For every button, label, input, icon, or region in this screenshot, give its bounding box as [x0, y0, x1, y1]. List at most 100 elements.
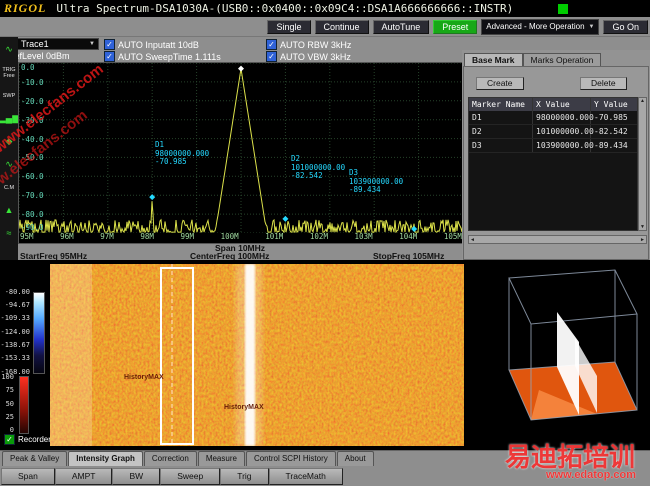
single-button[interactable]: Single	[267, 19, 311, 34]
tab-correction[interactable]: Correction	[143, 451, 197, 466]
waterfall-3d-view[interactable]	[467, 262, 648, 447]
sidebar-item-cm[interactable]: C.M	[1, 177, 17, 198]
spectrum-display[interactable]: 0.0 -10.0 -20.0 -30.0 -40.0 -50.0 -60.0 …	[18, 62, 464, 244]
toolbar: Single Continue AutoTune Preset Advanced…	[0, 17, 650, 37]
intensity-colorbar	[33, 292, 45, 374]
history-label: HistoryMAX	[124, 374, 164, 381]
marker-readout-d1: D1 98000000.000 -70.985	[155, 140, 210, 166]
auto-inputatt-label: AUTO Inputatt 10dB	[118, 39, 199, 50]
app-window: RIGOL Ultra Spectrum-DSA1030A-(USB0::0x0…	[0, 0, 650, 486]
sidebar-item-marker[interactable]: ◆	[1, 131, 17, 152]
trace-select-value: Trace1	[21, 39, 49, 49]
x-tick: 100M	[220, 232, 239, 241]
grid-lines	[19, 63, 463, 233]
selection-box[interactable]	[160, 267, 194, 445]
recorder-checkbox[interactable]: ✓ Recorder	[4, 434, 51, 445]
sidebar-item-trig-free[interactable]: TRIG Free	[1, 62, 17, 83]
bottom-button-bar: Span AMPT BW Sweep Trig TraceMath	[0, 466, 650, 486]
tab-marks-operation[interactable]: Marks Operation	[522, 53, 602, 67]
auto-sweeptime-label: AUTO SweepTime 1.111s	[118, 51, 221, 62]
scale-label: -153.33	[0, 354, 30, 362]
scale-label: -124.00	[0, 328, 30, 336]
bottom-tab-strip: Peak & Valley Intensity Graph Correction…	[0, 450, 650, 466]
autotune-button[interactable]: AutoTune	[372, 19, 430, 34]
continue-button[interactable]: Continue	[314, 19, 369, 34]
sidebar-item-noise[interactable]: ≈	[1, 223, 17, 244]
table-row[interactable]: D3 103900000.00 -89.434	[469, 139, 637, 153]
y-tick: -90.0	[21, 223, 44, 232]
marker-readout-d3: D3 103900000.00 -89.434	[349, 168, 404, 194]
y-tick: -70.0	[21, 191, 44, 200]
x-axis: 95M 96M 97M 98M 99M 100M 101M 102M 103M …	[19, 232, 463, 242]
scroll-down-icon[interactable]: ▼	[639, 224, 646, 230]
check-icon: ✓	[104, 51, 115, 62]
bw-button[interactable]: BW	[112, 467, 161, 485]
3d-wireframe	[508, 269, 638, 421]
table-row[interactable]: D1 98000000.000 -70.985	[469, 111, 637, 125]
percent-label: 50	[5, 400, 14, 408]
scroll-up-icon[interactable]: ▲	[639, 98, 646, 104]
tab-measure[interactable]: Measure	[197, 451, 245, 466]
waterfall-noise	[50, 264, 464, 446]
advanced-operation-dropdown[interactable]: Advanced - More Operation ▼	[481, 18, 600, 35]
auto-inputatt-checkbox[interactable]: ✓ AUTO Inputatt 10dB	[104, 39, 199, 50]
scroll-right-icon[interactable]: ►	[640, 237, 645, 243]
auto-vbw-label: AUTO VBW 3kHz	[280, 51, 351, 62]
sidebar-item-peak[interactable]: ∿	[1, 39, 17, 60]
x-tick: 101M	[265, 232, 284, 241]
check-icon: ✓	[4, 434, 15, 445]
connection-indicator	[558, 4, 568, 14]
auto-sweeptime-checkbox[interactable]: ✓ AUTO SweepTime 1.111s	[104, 51, 221, 62]
percent-label: 25	[5, 413, 14, 421]
table-row[interactable]: D2 101000000.00 -82.542	[469, 125, 637, 139]
scale-label: -94.67	[4, 301, 30, 309]
x-tick: 103M	[354, 232, 373, 241]
tab-control-scpi-history[interactable]: Control SCPI History	[245, 451, 336, 466]
tab-about[interactable]: About	[336, 451, 374, 466]
sweep-button[interactable]: Sweep	[160, 467, 221, 485]
y-tick: -50.0	[21, 153, 44, 162]
percent-colorbar	[19, 376, 29, 434]
percent-label: 100	[1, 373, 14, 381]
x-tick: 105M	[443, 232, 462, 241]
x-tick: 102M	[309, 232, 328, 241]
sidebar-item-bars[interactable]: ▂▄▆	[0, 108, 20, 129]
waterfall-plot[interactable]: HistoryMAX HistoryMAX	[50, 264, 464, 446]
tracemath-button[interactable]: TraceMath	[268, 467, 343, 485]
y-tick: -20.0	[21, 97, 44, 106]
sidebar-item-wave[interactable]: ∿	[1, 154, 17, 175]
create-marker-button[interactable]: Create	[476, 77, 524, 90]
auto-rbw-checkbox[interactable]: ✓ AUTO RBW 3kHz	[266, 39, 351, 50]
scale-label: -138.67	[0, 341, 30, 349]
trig-button[interactable]: Trig	[220, 467, 269, 485]
tab-intensity-graph[interactable]: Intensity Graph	[68, 451, 143, 466]
bars-icon: ▂▄▆	[0, 113, 20, 123]
chevron-down-icon: ▼	[588, 23, 595, 30]
x-tick: 99M	[180, 232, 195, 241]
triangle-icon: ▲	[4, 205, 14, 215]
preset-button[interactable]: Preset	[433, 19, 478, 34]
spectrum-plot	[19, 63, 463, 233]
wave-icon: ∿	[5, 159, 13, 169]
x-tick: 96M	[60, 232, 74, 241]
span-button[interactable]: Span	[1, 467, 55, 485]
scroll-left-icon[interactable]: ◄	[470, 237, 475, 243]
table-vertical-scrollbar[interactable]: ▲ ▼	[638, 97, 647, 231]
percent-label: 0	[9, 426, 14, 434]
auto-vbw-checkbox[interactable]: ✓ AUTO VBW 3kHz	[266, 51, 351, 62]
check-icon: ✓	[104, 39, 115, 50]
chevron-down-icon: ▼	[89, 41, 95, 47]
y-tick: -30.0	[21, 116, 44, 125]
marker-panel-body: Create Delete Marker Name X Value Y Valu…	[463, 66, 649, 260]
marker-panel: Base Mark Marks Operation Create Delete …	[462, 50, 650, 260]
y-tick: -40.0	[21, 135, 44, 144]
y-tick: 0.0	[21, 63, 35, 72]
table-horizontal-scrollbar[interactable]: ◄ ►	[468, 235, 647, 244]
tab-base-mark[interactable]: Base Mark	[464, 53, 523, 67]
ampt-button[interactable]: AMPT	[54, 467, 113, 485]
tab-peak-valley[interactable]: Peak & Valley	[2, 451, 68, 466]
sidebar-item-peak2[interactable]: ▲	[1, 200, 17, 221]
go-on-button[interactable]: Go On	[603, 19, 648, 34]
sidebar-item-swp[interactable]: SWP	[1, 85, 17, 106]
delete-marker-button[interactable]: Delete	[580, 77, 627, 90]
